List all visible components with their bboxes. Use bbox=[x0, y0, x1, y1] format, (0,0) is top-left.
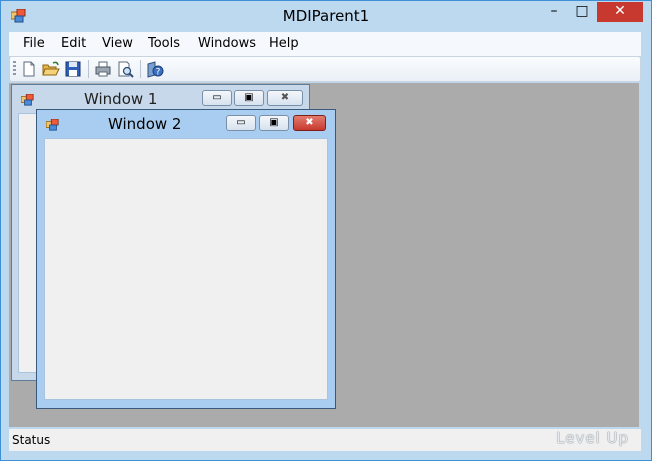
child-window-icon bbox=[21, 94, 34, 106]
open-icon[interactable] bbox=[42, 60, 60, 78]
menu-help[interactable]: Help bbox=[269, 36, 299, 51]
child-1-minimize-button[interactable]: ▭ bbox=[202, 90, 232, 106]
status-bar: Status Level Up bbox=[9, 429, 641, 451]
menu-windows[interactable]: Windows bbox=[198, 36, 256, 51]
child-1-close-button[interactable]: ✖ bbox=[267, 90, 303, 106]
title-bar[interactable]: MDIParent1 – □ ✕ bbox=[1, 1, 651, 32]
status-label: Status bbox=[12, 433, 51, 447]
child-window-2[interactable]: Window 2 ▭ ▣ ✖ bbox=[36, 109, 336, 409]
child-2-client-area bbox=[44, 138, 328, 400]
close-icon: ✖ bbox=[305, 117, 314, 128]
menu-tools[interactable]: Tools bbox=[148, 36, 180, 51]
minimize-button[interactable]: – bbox=[541, 2, 567, 22]
minimize-icon: – bbox=[550, 3, 558, 19]
mdi-parent-window: MDIParent1 – □ ✕ File Edit View Tools Wi… bbox=[0, 0, 652, 461]
close-icon: ✖ bbox=[280, 92, 290, 103]
child-2-title: Window 2 bbox=[108, 115, 182, 133]
close-icon: ✕ bbox=[614, 3, 626, 19]
child-1-title: Window 1 bbox=[84, 90, 158, 108]
child-2-maximize-button[interactable]: ▣ bbox=[259, 115, 289, 131]
minimize-icon: ▭ bbox=[236, 117, 246, 128]
menu-view[interactable]: View bbox=[102, 36, 133, 51]
maximize-button[interactable]: □ bbox=[569, 2, 595, 22]
toolbar-grip[interactable] bbox=[13, 61, 16, 77]
maximize-icon: □ bbox=[575, 3, 589, 19]
print-preview-icon[interactable] bbox=[116, 60, 134, 78]
save-icon[interactable] bbox=[64, 60, 82, 78]
toolbar-separator bbox=[88, 60, 89, 78]
watermark-text: Level Up bbox=[556, 429, 629, 447]
child-window-icon bbox=[46, 119, 59, 131]
child-2-title-bar[interactable]: Window 2 ▭ ▣ ✖ bbox=[37, 110, 335, 138]
child-2-minimize-button[interactable]: ▭ bbox=[226, 115, 256, 131]
toolbar: ? bbox=[9, 56, 641, 82]
maximize-icon: ▣ bbox=[244, 92, 254, 103]
print-icon[interactable] bbox=[94, 60, 112, 78]
menu-file[interactable]: File bbox=[23, 36, 45, 51]
menu-bar: File Edit View Tools Windows Help bbox=[9, 32, 641, 56]
mdi-client-area: Window 1 ▭ ▣ ✖ Window 2 ▭ ▣ ✖ bbox=[9, 83, 639, 427]
child-2-close-button[interactable]: ✖ bbox=[293, 115, 326, 131]
child-1-maximize-button[interactable]: ▣ bbox=[234, 90, 264, 106]
close-button[interactable]: ✕ bbox=[597, 2, 643, 22]
svg-text:?: ? bbox=[156, 68, 161, 78]
minimize-icon: ▭ bbox=[212, 92, 222, 103]
new-icon[interactable] bbox=[20, 60, 38, 78]
help-icon[interactable]: ? bbox=[146, 60, 164, 78]
maximize-icon: ▣ bbox=[269, 117, 279, 128]
menu-edit[interactable]: Edit bbox=[61, 36, 86, 51]
toolbar-separator bbox=[140, 60, 141, 78]
